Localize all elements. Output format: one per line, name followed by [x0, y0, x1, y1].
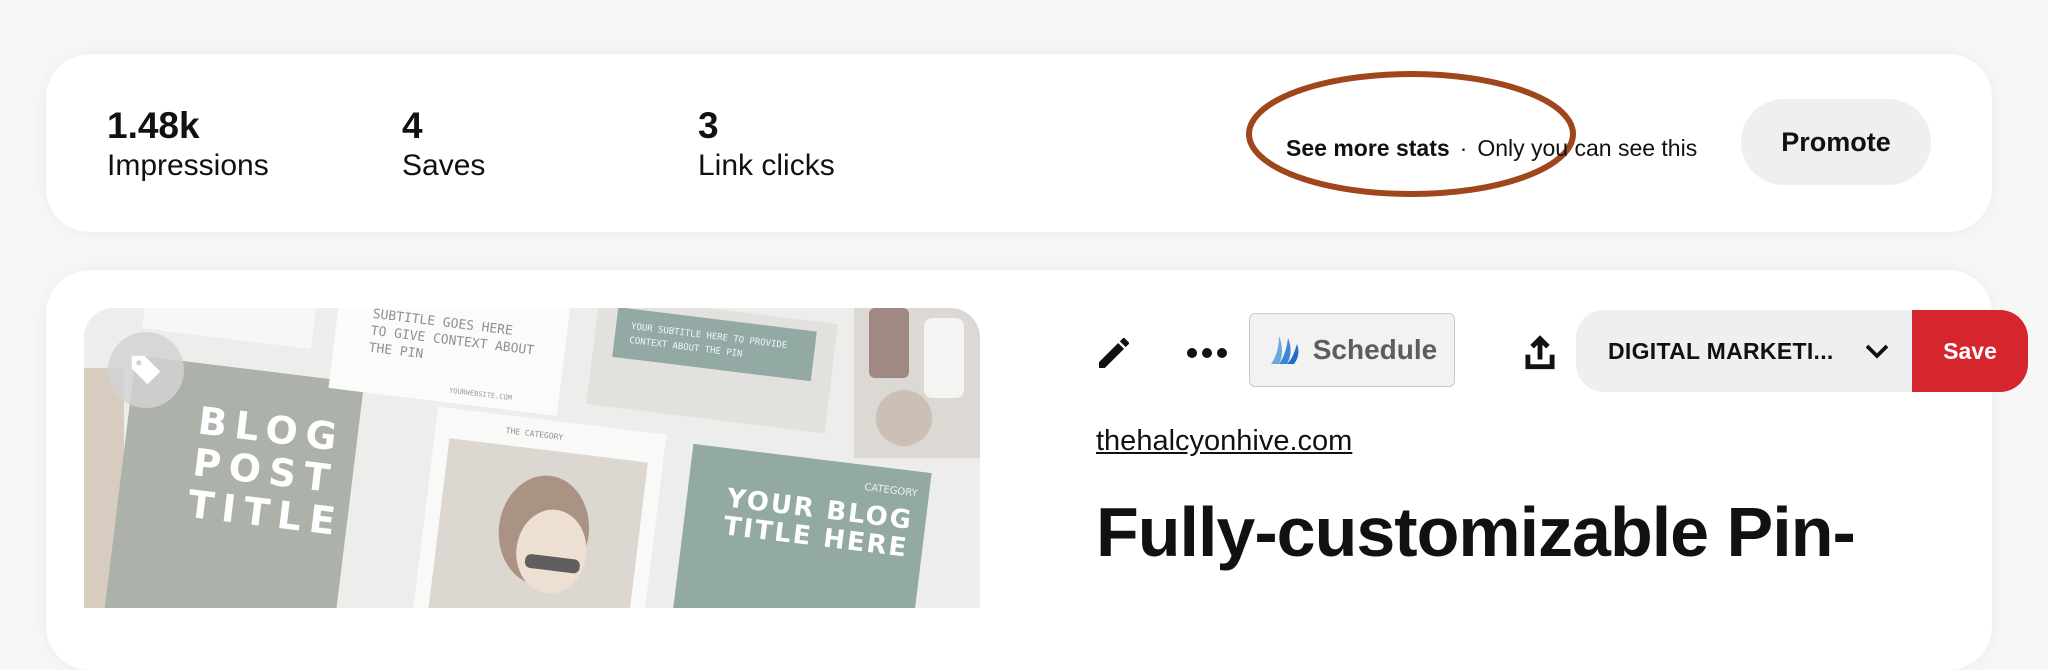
tag-icon [131, 355, 161, 385]
stat-link-clicks: 3 Link clicks [698, 104, 835, 184]
more-options-button[interactable] [1179, 325, 1235, 381]
pin-detail-card: BLOG POST TITLE SUBTITLE GOES HERE TO GI… [46, 270, 2028, 670]
stat-saves: 4 Saves [402, 104, 485, 184]
product-tag-button[interactable] [108, 332, 184, 408]
pin-image[interactable]: BLOG POST TITLE SUBTITLE GOES HERE TO GI… [84, 308, 980, 608]
privacy-note: Only you can see this [1477, 134, 1698, 161]
share-button[interactable] [1512, 325, 1568, 381]
stat-value: 1.48k [107, 105, 200, 146]
promote-button[interactable]: Promote [1741, 99, 1931, 185]
board-select-dropdown[interactable]: DIGITAL MARKETI... [1576, 310, 1914, 392]
board-name: DIGITAL MARKETI... [1608, 337, 1834, 364]
stat-label: Saves [402, 149, 486, 182]
share-icon [1525, 335, 1555, 370]
pin-title: Fully-customizable Pin- [1096, 493, 1856, 571]
stat-impressions: 1.48k Impressions [107, 104, 269, 184]
stat-label: Link clicks [698, 149, 835, 182]
stat-label: Impressions [107, 149, 269, 182]
more-stats-row: See more stats · Only you can see this [1286, 128, 1697, 168]
pin-image-collage: BLOG POST TITLE SUBTITLE GOES HERE TO GI… [84, 308, 980, 608]
save-button[interactable]: Save [1912, 310, 2028, 392]
pin-stats-card: 1.48k Impressions 4 Saves 3 Link clicks … [46, 54, 1992, 232]
see-more-stats-link[interactable]: See more stats [1286, 135, 1450, 162]
source-site-link[interactable]: thehalcyonhive.com [1096, 425, 1352, 458]
schedule-label: Schedule [1312, 334, 1438, 365]
schedule-button[interactable]: Schedule [1249, 313, 1455, 387]
edit-pin-button[interactable] [1086, 325, 1142, 381]
tailwind-logo-icon [1270, 336, 1299, 364]
stat-value: 4 [402, 105, 423, 146]
separator-dot: · [1459, 134, 1468, 161]
stat-value: 3 [698, 105, 719, 146]
pencil-icon [1099, 338, 1129, 368]
ellipsis-icon [1187, 348, 1227, 358]
chevron-down-icon [1865, 344, 1889, 359]
